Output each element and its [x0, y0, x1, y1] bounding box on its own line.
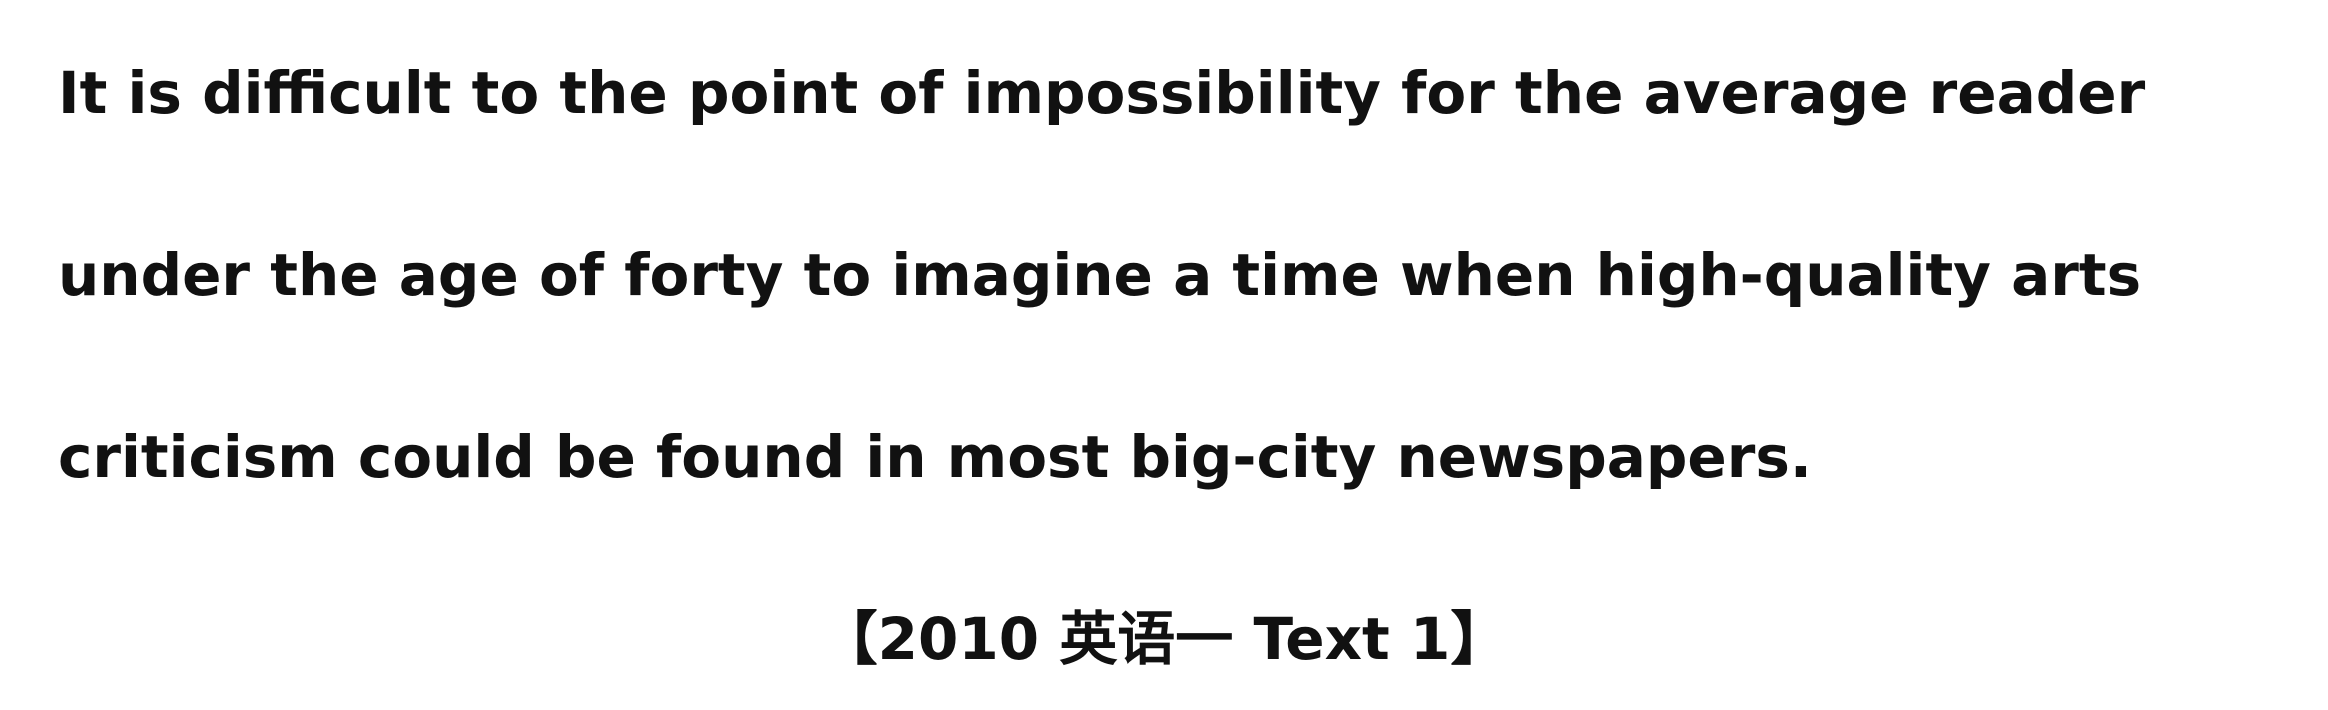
- passage-line-1: It is difficult to the point of impossib…: [58, 59, 2146, 127]
- source-citation: 【2010 英语一 Text 1】: [819, 605, 1509, 673]
- passage-line-2: under the age of forty to imagine a time…: [58, 241, 2142, 309]
- passage-line-3: criticism could be found in most big-cit…: [58, 423, 1812, 491]
- document-page: It is difficult to the point of impossib…: [0, 0, 2328, 710]
